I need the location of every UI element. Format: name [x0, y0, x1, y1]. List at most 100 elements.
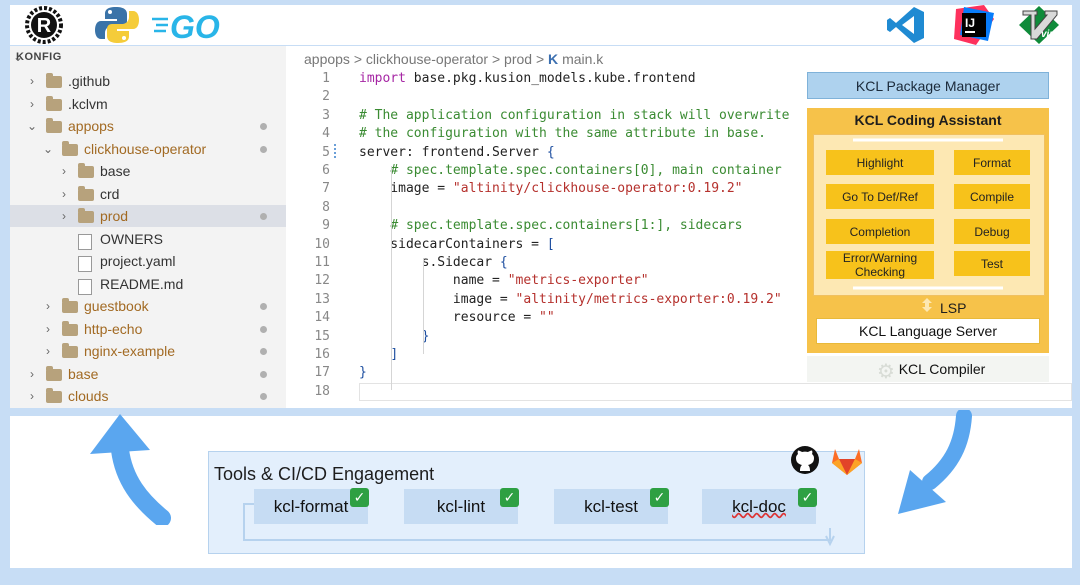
tool-item-label: kcl-doc — [732, 496, 786, 516]
tools-title: Tools & CI/CD Engagement — [214, 464, 435, 484]
code-text: s.Sidecar { — [359, 255, 508, 270]
file-icon — [78, 233, 92, 250]
code-token: image = — [359, 181, 453, 197]
assistant-feature: Go To Def/Ref — [826, 184, 934, 209]
code-token: server: frontend.Server — [359, 144, 547, 160]
chevron-down-icon[interactable]: ⌄ — [12, 50, 24, 64]
tree-item-label: http-echo — [84, 320, 143, 337]
chevron-down-icon[interactable]: ⌄ — [26, 119, 38, 133]
tree-item[interactable]: › crd — [10, 183, 286, 205]
language-logo-bar: R GO IJ vim — [10, 5, 1072, 45]
kcl-coding-assistant-title: KCL Coding Assistant — [854, 112, 1002, 128]
chevron-down-icon[interactable]: ⌄ — [42, 142, 54, 156]
tree-item[interactable]: OWNERS — [10, 228, 286, 250]
current-line-highlight — [359, 383, 1072, 401]
tree-item[interactable]: › .kclvm — [10, 93, 286, 115]
modified-dot — [260, 123, 267, 130]
line-number: 3 — [322, 107, 330, 123]
folder-icon — [78, 185, 94, 201]
tool-item-label: kcl-format — [273, 496, 349, 516]
tree-item[interactable]: › prod — [10, 205, 286, 227]
tree-item[interactable]: › guestbook — [10, 295, 286, 317]
folder-icon — [62, 320, 78, 336]
line-number: 8 — [322, 199, 330, 215]
vim-logo-text: vim — [1041, 29, 1058, 40]
tree-item[interactable]: › clouds — [10, 385, 286, 407]
code-text: # The application configuration in stack… — [359, 108, 789, 123]
folder-icon — [46, 95, 62, 111]
code-token: # the configuration with the same attrib… — [359, 126, 766, 142]
code-text: sidecarContainers = [ — [359, 237, 554, 252]
breadcrumb-file[interactable]: main.k — [562, 51, 603, 67]
tree-item[interactable]: › .github — [10, 70, 286, 92]
tree-item-label: project.yaml — [100, 253, 176, 269]
code-text: server: frontend.Server { — [359, 145, 555, 160]
folder-icon — [46, 365, 62, 381]
curved-arrow-down-icon — [898, 410, 972, 514]
code-token: "altinity/clickhouse-operator:0.19.2" — [452, 181, 743, 197]
breadcrumb-item[interactable]: prod — [504, 51, 532, 67]
assistant-feature: Completion — [826, 219, 934, 244]
code-token: "" — [539, 310, 555, 326]
chevron-right-icon[interactable]: › — [58, 209, 70, 223]
curved-arrow-up-icon — [90, 414, 171, 525]
code-token: } — [359, 365, 367, 381]
yaml-file-icon — [78, 256, 92, 272]
breadcrumb-item[interactable]: clickhouse-operator — [366, 51, 488, 67]
modified-dot — [260, 145, 267, 153]
tree-item[interactable]: › base — [10, 160, 286, 182]
github-icon — [790, 445, 820, 475]
chevron-right-icon[interactable]: › — [26, 74, 38, 88]
tree-item-label: prod — [100, 208, 129, 224]
chevron-right-icon[interactable]: › — [26, 97, 38, 111]
tree-item[interactable]: › base — [10, 363, 286, 385]
tree-item[interactable]: ⌄ clickhouse-operator — [10, 138, 286, 160]
intellij-logo-text: IJ — [965, 16, 975, 30]
line-number: 2 — [322, 89, 330, 105]
go-logo-icon: GO — [150, 5, 236, 45]
assistant-feature: Highlight — [826, 150, 934, 175]
code-text: resource = "" — [359, 310, 555, 325]
code-token: { — [546, 144, 555, 160]
kcl-compiler-label: KCL Compiler — [898, 361, 986, 377]
chevron-right-icon[interactable]: › — [58, 187, 70, 201]
code-text: image = "altinity/clickhouse-operator:0.… — [359, 181, 743, 197]
line-number: 10 — [314, 236, 330, 252]
check-mark-icon: ✓ — [500, 488, 519, 507]
markdown-file-icon — [78, 278, 92, 295]
line-number: 15 — [314, 328, 330, 344]
chevron-right-icon[interactable]: › — [26, 389, 38, 403]
vim-logo-icon: vim — [1014, 5, 1064, 45]
tree-item[interactable]: › http-echo — [10, 318, 286, 340]
line-number: 9 — [322, 218, 330, 234]
tree-item-label: README.md — [100, 275, 184, 292]
vscode-logo-icon — [882, 5, 930, 45]
tree-item-label: .kclvm — [68, 95, 108, 112]
line-number: 13 — [314, 291, 330, 307]
tree-item[interactable]: › nginx-example — [10, 340, 286, 362]
indent-guide — [391, 166, 392, 390]
tree-item[interactable]: README.md — [10, 273, 286, 295]
chevron-right-icon[interactable]: › — [42, 299, 54, 313]
line-number: 11 — [314, 255, 330, 270]
folder-open-icon — [62, 140, 78, 156]
code-token: "metrics-exporter" — [507, 273, 649, 289]
chevron-right-icon[interactable]: › — [42, 344, 54, 358]
chevron-right-icon[interactable]: › — [26, 367, 38, 381]
python-logo-icon — [92, 5, 142, 45]
folder-open-icon — [46, 118, 62, 133]
file-explorer: KONFIG ⌄ › .github › .kclvm ⌄ appops ⌄ clickhou… — [10, 46, 286, 408]
tree-item[interactable]: ⌄ appops — [10, 115, 286, 137]
lsp-double-arrow-icon — [922, 298, 932, 312]
line-number: 4 — [322, 126, 330, 142]
breadcrumb-item[interactable]: appops — [304, 51, 350, 67]
code-text: name = "metrics-exporter" — [359, 273, 649, 288]
chevron-right-icon[interactable]: › — [58, 164, 70, 178]
tree-item[interactable]: project.yaml — [10, 250, 286, 272]
line-number: 16 — [314, 347, 330, 362]
line-number: 5 — [322, 144, 330, 160]
chevron-right-icon[interactable]: › — [42, 322, 54, 336]
tree-item-label: appops — [68, 118, 114, 134]
